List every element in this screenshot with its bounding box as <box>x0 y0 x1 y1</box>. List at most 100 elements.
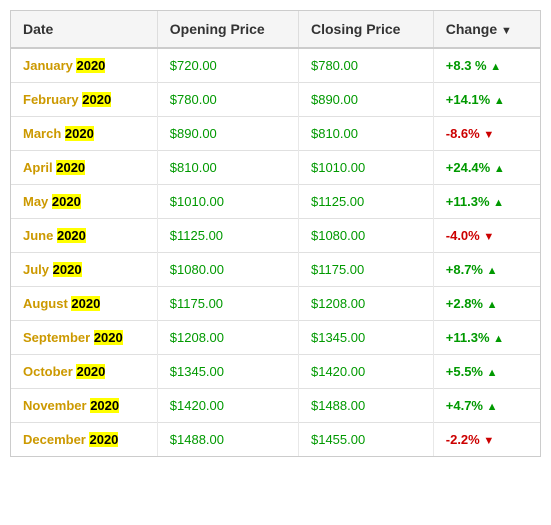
year-highlight: 2020 <box>52 194 81 209</box>
year-highlight: 2020 <box>89 432 118 447</box>
closing-price-cell: $1488.00 <box>298 389 433 423</box>
change-value: +8.7% <box>446 262 483 277</box>
table-row: May 2020$1010.00$1125.00 +11.3% ▲ <box>11 185 540 219</box>
direction-arrow-icon: ▲ <box>487 299 498 311</box>
sort-icon: ▼ <box>501 25 512 37</box>
direction-arrow-icon: ▲ <box>487 401 498 413</box>
closing-price-cell: $1208.00 <box>298 287 433 321</box>
change-cell: -8.6% ▼ <box>433 117 540 151</box>
date-cell: September 2020 <box>11 321 157 355</box>
year-highlight: 2020 <box>76 364 105 379</box>
year-highlight: 2020 <box>56 160 85 175</box>
year-highlight: 2020 <box>94 330 123 345</box>
table-row: July 2020$1080.00$1175.00+8.7% ▲ <box>11 253 540 287</box>
date-cell: April 2020 <box>11 151 157 185</box>
table-row: February 2020$780.00$890.00+14.1% ▲ <box>11 83 540 117</box>
year-highlight: 2020 <box>71 296 100 311</box>
date-cell: December 2020 <box>11 423 157 457</box>
table-row: August 2020$1175.00$1208.00+2.8% ▲ <box>11 287 540 321</box>
change-value: +11.3% <box>446 330 490 345</box>
direction-arrow-icon: ▲ <box>493 333 504 345</box>
direction-arrow-icon: ▼ <box>483 231 494 243</box>
date-cell: August 2020 <box>11 287 157 321</box>
direction-arrow-icon: ▲ <box>490 61 501 73</box>
direction-arrow-icon: ▼ <box>483 435 494 447</box>
table-row: June 2020$1125.00$1080.00-4.0% ▼ <box>11 219 540 253</box>
date-cell: March 2020 <box>11 117 157 151</box>
opening-price-cell: $1488.00 <box>157 423 298 457</box>
date-cell: January 2020 <box>11 48 157 83</box>
date-cell: February 2020 <box>11 83 157 117</box>
change-value: +2.8% <box>446 296 483 311</box>
year-highlight: 2020 <box>57 228 86 243</box>
change-cell: -4.0% ▼ <box>433 219 540 253</box>
change-cell: +8.7% ▲ <box>433 253 540 287</box>
closing-price-cell: $1125.00 <box>298 185 433 219</box>
change-value: +4.7% <box>446 398 483 413</box>
opening-price-cell: $780.00 <box>157 83 298 117</box>
change-cell: +4.7% ▲ <box>433 389 540 423</box>
date-cell: May 2020 <box>11 185 157 219</box>
year-highlight: 2020 <box>76 58 105 73</box>
table-row: November 2020$1420.00$1488.00+4.7% ▲ <box>11 389 540 423</box>
price-table-container: Date Opening Price Closing Price Change … <box>10 10 541 457</box>
change-cell: +14.1% ▲ <box>433 83 540 117</box>
price-table: Date Opening Price Closing Price Change … <box>11 11 540 456</box>
closing-price-cell: $1420.00 <box>298 355 433 389</box>
change-value: -8.6% <box>446 126 480 141</box>
table-row: April 2020$810.00$1010.00+24.4% ▲ <box>11 151 540 185</box>
closing-price-cell: $1345.00 <box>298 321 433 355</box>
header-closing-price[interactable]: Closing Price <box>298 11 433 48</box>
closing-price-cell: $890.00 <box>298 83 433 117</box>
closing-price-cell: $1010.00 <box>298 151 433 185</box>
year-highlight: 2020 <box>65 126 94 141</box>
table-row: December 2020$1488.00$1455.00-2.2% ▼ <box>11 423 540 457</box>
opening-price-cell: $1125.00 <box>157 219 298 253</box>
change-cell: -2.2% ▼ <box>433 423 540 457</box>
header-date[interactable]: Date <box>11 11 157 48</box>
table-row: March 2020$890.00$810.00-8.6% ▼ <box>11 117 540 151</box>
closing-price-cell: $780.00 <box>298 48 433 83</box>
direction-arrow-icon: ▼ <box>483 129 494 141</box>
table-row: September 2020$1208.00$1345.00+11.3% ▲ <box>11 321 540 355</box>
change-cell: +8.3 % ▲ <box>433 48 540 83</box>
date-cell: July 2020 <box>11 253 157 287</box>
header-opening-price[interactable]: Opening Price <box>157 11 298 48</box>
closing-price-cell: $1455.00 <box>298 423 433 457</box>
direction-arrow-icon: ▲ <box>487 367 498 379</box>
change-cell: +24.4% ▲ <box>433 151 540 185</box>
year-highlight: 2020 <box>82 92 111 107</box>
change-value: -2.2% <box>446 432 480 447</box>
change-cell: +5.5% ▲ <box>433 355 540 389</box>
table-row: October 2020$1345.00$1420.00+5.5% ▲ <box>11 355 540 389</box>
closing-price-cell: $1080.00 <box>298 219 433 253</box>
date-cell: June 2020 <box>11 219 157 253</box>
change-value: +5.5% <box>446 364 483 379</box>
direction-arrow-icon: ▲ <box>487 265 498 277</box>
date-cell: November 2020 <box>11 389 157 423</box>
opening-price-cell: $1208.00 <box>157 321 298 355</box>
opening-price-cell: $720.00 <box>157 48 298 83</box>
change-value: +11.3% <box>446 194 490 209</box>
change-cell: +2.8% ▲ <box>433 287 540 321</box>
change-value: +14.1% <box>446 92 490 107</box>
change-value: +8.3 % <box>446 58 487 73</box>
opening-price-cell: $1080.00 <box>157 253 298 287</box>
opening-price-cell: $890.00 <box>157 117 298 151</box>
table-header-row: Date Opening Price Closing Price Change … <box>11 11 540 48</box>
year-highlight: 2020 <box>90 398 119 413</box>
change-value: -4.0% <box>446 228 480 243</box>
direction-arrow-icon: ▲ <box>494 95 505 107</box>
closing-price-cell: $1175.00 <box>298 253 433 287</box>
table-row: January 2020$720.00$780.00+8.3 % ▲ <box>11 48 540 83</box>
opening-price-cell: $810.00 <box>157 151 298 185</box>
closing-price-cell: $810.00 <box>298 117 433 151</box>
year-highlight: 2020 <box>53 262 82 277</box>
header-change[interactable]: Change ▼ <box>433 11 540 48</box>
opening-price-cell: $1420.00 <box>157 389 298 423</box>
change-cell: +11.3% ▲ <box>433 321 540 355</box>
date-cell: October 2020 <box>11 355 157 389</box>
change-value: +24.4% <box>446 160 490 175</box>
opening-price-cell: $1010.00 <box>157 185 298 219</box>
direction-arrow-icon: ▲ <box>493 197 504 209</box>
